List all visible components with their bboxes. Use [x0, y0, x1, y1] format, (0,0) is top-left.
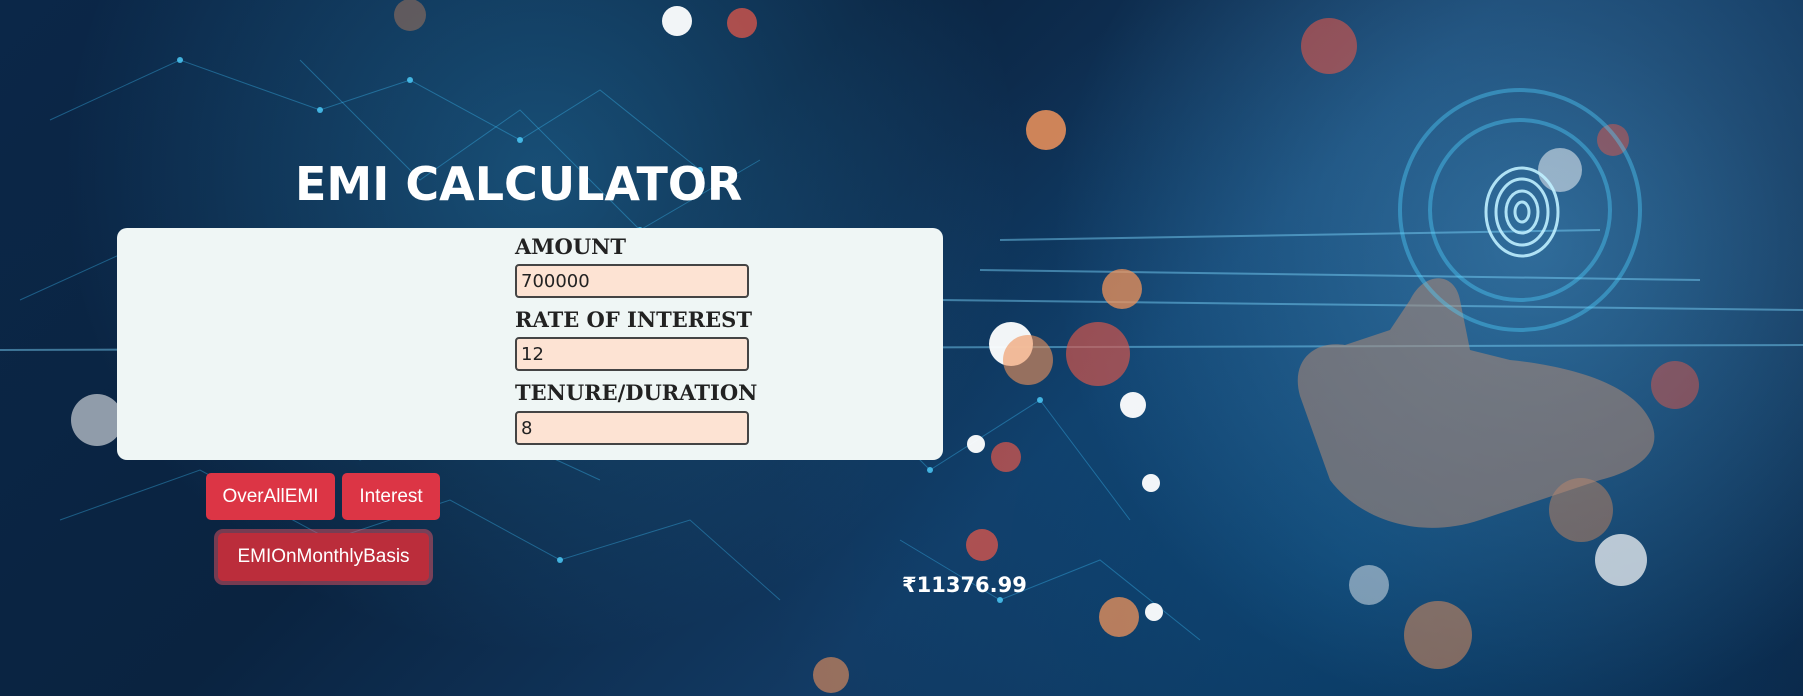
page-title: EMI CALCULATOR — [295, 157, 743, 211]
interest-button[interactable]: Interest — [342, 473, 440, 520]
emi-form-panel: AMOUNT RATE OF INTEREST TENURE/DURATION — [117, 228, 943, 460]
amount-input[interactable] — [515, 264, 749, 298]
rate-of-interest-label: RATE OF INTEREST — [515, 307, 752, 332]
amount-label: AMOUNT — [515, 234, 626, 259]
rate-of-interest-input[interactable] — [515, 337, 749, 371]
tenure-input[interactable] — [515, 411, 749, 445]
tenure-label: TENURE/DURATION — [515, 380, 758, 405]
overall-emi-button[interactable]: OverAllEMI — [206, 473, 335, 520]
emi-result-value: ₹11376.99 — [902, 573, 1027, 597]
emi-monthly-basis-button[interactable]: EMIOnMonthlyBasis — [218, 533, 429, 581]
